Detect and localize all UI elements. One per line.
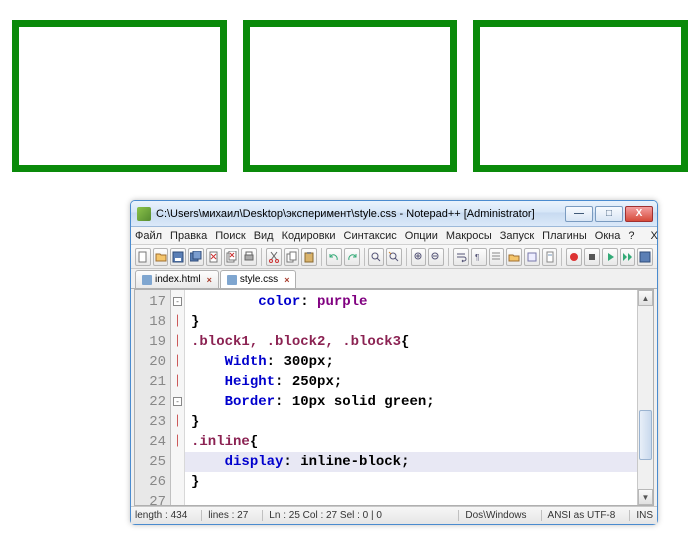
find-icon[interactable] <box>368 248 384 266</box>
statusbar: length : 434 lines : 27 Ln : 25 Col : 27… <box>131 506 657 524</box>
indent-guide-icon[interactable] <box>489 248 505 266</box>
macro-record-icon[interactable] <box>566 248 582 266</box>
file-icon <box>227 275 237 285</box>
macro-stop-icon[interactable] <box>584 248 600 266</box>
demo-boxes-row <box>0 0 700 172</box>
toolbar-separator <box>364 248 365 266</box>
toolbar-separator <box>448 248 449 266</box>
demo-box-3 <box>473 20 688 172</box>
undo-icon[interactable] <box>326 248 342 266</box>
cut-icon[interactable] <box>266 248 282 266</box>
toolbar-separator <box>321 248 322 266</box>
tab-label: style.css <box>240 274 278 285</box>
zoom-in-icon[interactable] <box>411 248 427 266</box>
close-all-icon[interactable] <box>224 248 240 266</box>
scroll-thumb[interactable] <box>639 410 652 460</box>
menu-file[interactable]: Файл <box>135 230 162 242</box>
menu-syntax[interactable]: Синтаксис <box>344 230 397 242</box>
save-icon[interactable] <box>170 248 186 266</box>
menu-options[interactable]: Опции <box>405 230 438 242</box>
window-title: C:\Users\михаил\Desktop\эксперимент\styl… <box>156 208 565 220</box>
save-all-icon[interactable] <box>188 248 204 266</box>
toolbar-separator <box>406 248 407 266</box>
zoom-out-icon[interactable] <box>428 248 444 266</box>
minimize-button[interactable]: — <box>565 206 593 222</box>
paste-icon[interactable] <box>301 248 317 266</box>
status-lines: lines : 27 <box>201 510 248 521</box>
folder-tree-icon[interactable] <box>506 248 522 266</box>
app-icon <box>137 207 151 221</box>
tab-index-html[interactable]: index.html × <box>135 270 219 288</box>
show-all-chars-icon[interactable]: ¶ <box>471 248 487 266</box>
svg-text:¶: ¶ <box>475 253 479 262</box>
menu-view[interactable]: Вид <box>254 230 274 242</box>
close-file-icon[interactable] <box>206 248 222 266</box>
menu-edit[interactable]: Правка <box>170 230 207 242</box>
scroll-up-icon[interactable]: ▲ <box>638 290 653 306</box>
menu-close-x[interactable]: X <box>650 230 657 242</box>
function-list-icon[interactable] <box>524 248 540 266</box>
wordwrap-icon[interactable] <box>453 248 469 266</box>
file-icon <box>142 275 152 285</box>
line-number-gutter: 1718192021222324252627 <box>135 290 171 505</box>
maximize-button[interactable]: □ <box>595 206 623 222</box>
demo-box-1 <box>12 20 227 172</box>
print-icon[interactable] <box>241 248 257 266</box>
status-eol: Dos\Windows <box>458 510 526 521</box>
toolbar: ¶ <box>131 245 657 269</box>
tabbar: index.html × style.css × <box>131 269 657 289</box>
replace-icon[interactable] <box>386 248 402 266</box>
menu-macros[interactable]: Макросы <box>446 230 492 242</box>
scroll-down-icon[interactable]: ▼ <box>638 489 653 505</box>
toolbar-separator <box>261 248 262 266</box>
menu-run[interactable]: Запуск <box>500 230 534 242</box>
status-pos: Ln : 25 Col : 27 Sel : 0 | 0 <box>262 510 382 521</box>
open-file-icon[interactable] <box>153 248 169 266</box>
editor[interactable]: 1718192021222324252627 -││││-││ color: p… <box>134 289 654 506</box>
macro-play-multi-icon[interactable] <box>620 248 636 266</box>
close-button[interactable]: X <box>625 206 653 222</box>
tab-style-css[interactable]: style.css × <box>220 270 297 288</box>
toolbar-separator <box>561 248 562 266</box>
menu-windows[interactable]: Окна <box>595 230 621 242</box>
menu-encoding[interactable]: Кодировки <box>282 230 336 242</box>
status-length: length : 434 <box>135 510 187 521</box>
status-enc: ANSI as UTF-8 <box>541 510 616 521</box>
window-buttons: — □ X <box>565 206 653 222</box>
doc-map-icon[interactable] <box>542 248 558 266</box>
titlebar[interactable]: C:\Users\михаил\Desktop\эксперимент\styl… <box>131 201 657 227</box>
notepadpp-window: C:\Users\михаил\Desktop\эксперимент\styl… <box>130 200 658 525</box>
vertical-scrollbar[interactable]: ▲ ▼ <box>637 290 653 505</box>
menubar: Файл Правка Поиск Вид Кодировки Синтакси… <box>131 227 657 245</box>
redo-icon[interactable] <box>344 248 360 266</box>
menu-plugins[interactable]: Плагины <box>542 230 587 242</box>
copy-icon[interactable] <box>284 248 300 266</box>
tab-close-icon[interactable]: × <box>207 275 212 285</box>
macro-save-icon[interactable] <box>637 248 653 266</box>
macro-play-icon[interactable] <box>602 248 618 266</box>
menu-search[interactable]: Поиск <box>215 230 245 242</box>
new-file-icon[interactable] <box>135 248 151 266</box>
code-area[interactable]: color: purple}.block1, .block2, .block3{… <box>185 290 637 505</box>
status-ins: INS <box>629 510 653 521</box>
tab-close-icon[interactable]: × <box>284 275 289 285</box>
menu-help[interactable]: ? <box>628 230 634 242</box>
fold-column[interactable]: -││││-││ <box>171 290 185 505</box>
demo-box-2 <box>243 20 458 172</box>
tab-label: index.html <box>155 274 201 285</box>
